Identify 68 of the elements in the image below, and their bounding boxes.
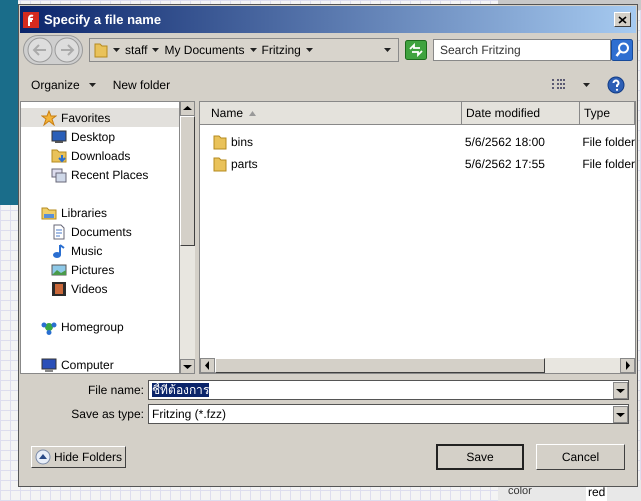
window-stack-icon bbox=[51, 166, 67, 182]
navigation-item[interactable]: Downloads bbox=[21, 146, 179, 165]
save-button[interactable]: Save bbox=[436, 444, 524, 470]
document-icon bbox=[51, 224, 67, 240]
file-name-field[interactable]: ชี้ที่ต้องการ bbox=[148, 380, 629, 400]
search-icon[interactable] bbox=[611, 39, 633, 61]
organize-button[interactable]: Organize bbox=[31, 76, 97, 94]
monitor-icon bbox=[51, 128, 67, 144]
date-modified: 5/6/2562 17:55 bbox=[464, 156, 546, 173]
file-name[interactable]: bins bbox=[231, 133, 254, 151]
close-icon bbox=[618, 16, 627, 24]
breadcrumb[interactable]: Fritzing bbox=[262, 41, 301, 59]
navigation-item[interactable]: Favorites bbox=[21, 108, 179, 127]
navigation-item[interactable]: Music bbox=[21, 241, 179, 260]
field-label: File name: bbox=[86, 382, 144, 399]
address-bar[interactable]: staff My Documents Fritzing bbox=[89, 38, 399, 62]
search-field[interactable]: Search Fritzing bbox=[433, 39, 611, 61]
column-header[interactable]: Date modified bbox=[462, 102, 580, 124]
caret-icon[interactable] bbox=[582, 81, 591, 89]
new-folder-button[interactable]: New folder bbox=[112, 76, 170, 94]
view-options-icon[interactable] bbox=[552, 79, 566, 91]
navigation-item[interactable]: Pictures bbox=[21, 260, 179, 279]
collapse-icon bbox=[35, 449, 51, 465]
caret-icon[interactable] bbox=[248, 46, 258, 54]
file-type-dropdown[interactable]: Fritzing (*.fzz) bbox=[148, 404, 629, 424]
caret-icon[interactable] bbox=[112, 46, 121, 54]
field-label: Save as type: bbox=[70, 406, 144, 423]
column-header[interactable]: Name bbox=[200, 102, 462, 124]
file-type: File folder bbox=[581, 156, 635, 173]
app-logo-icon bbox=[23, 12, 39, 28]
landscape-image-icon bbox=[51, 262, 67, 278]
help-icon[interactable] bbox=[607, 76, 625, 94]
caret-icon[interactable] bbox=[304, 46, 314, 54]
navigation-item[interactable]: Documents bbox=[21, 222, 179, 241]
folder-icon bbox=[213, 134, 227, 150]
film-icon bbox=[51, 280, 67, 296]
navigation-item[interactable]: Recent Places bbox=[21, 165, 179, 184]
caret-icon[interactable] bbox=[383, 46, 392, 54]
breadcrumb[interactable]: My Documents bbox=[164, 41, 244, 59]
refresh-icon[interactable] bbox=[405, 40, 427, 60]
navigation-item[interactable]: Computer bbox=[21, 355, 179, 373]
sort-ascending-icon bbox=[249, 110, 256, 116]
caret-icon[interactable] bbox=[151, 46, 160, 54]
folder-icon bbox=[41, 204, 57, 220]
folder-icon bbox=[94, 42, 108, 58]
file-name[interactable]: parts bbox=[231, 155, 258, 173]
star-icon bbox=[41, 110, 57, 126]
navigation-item[interactable]: Homegroup bbox=[21, 317, 179, 336]
vertical-scrollbar[interactable] bbox=[180, 101, 195, 374]
scroll-thumb[interactable] bbox=[215, 358, 545, 373]
column-header[interactable]: Type bbox=[580, 102, 635, 124]
property-label: color bbox=[508, 484, 532, 499]
window-title: Specify a file name bbox=[44, 10, 162, 29]
navigation-item[interactable]: Libraries bbox=[21, 203, 179, 222]
folder-icon bbox=[51, 148, 67, 164]
horizontal-scrollbar[interactable] bbox=[200, 358, 635, 373]
date-modified: 5/6/2562 18:00 bbox=[464, 134, 546, 151]
folder-icon bbox=[213, 156, 227, 172]
close-button[interactable] bbox=[614, 12, 631, 27]
caret-icon bbox=[88, 81, 97, 89]
scroll-thumb[interactable] bbox=[180, 116, 195, 246]
hide-folders-button[interactable]: Hide Folders bbox=[31, 446, 126, 468]
breadcrumb[interactable]: staff bbox=[125, 41, 148, 59]
cancel-button[interactable]: Cancel bbox=[536, 444, 625, 470]
navigation-item[interactable]: Desktop bbox=[21, 127, 179, 146]
navigation-item[interactable]: Videos bbox=[21, 279, 179, 298]
file-type: File folder bbox=[581, 134, 635, 151]
music-note-icon bbox=[51, 242, 67, 258]
